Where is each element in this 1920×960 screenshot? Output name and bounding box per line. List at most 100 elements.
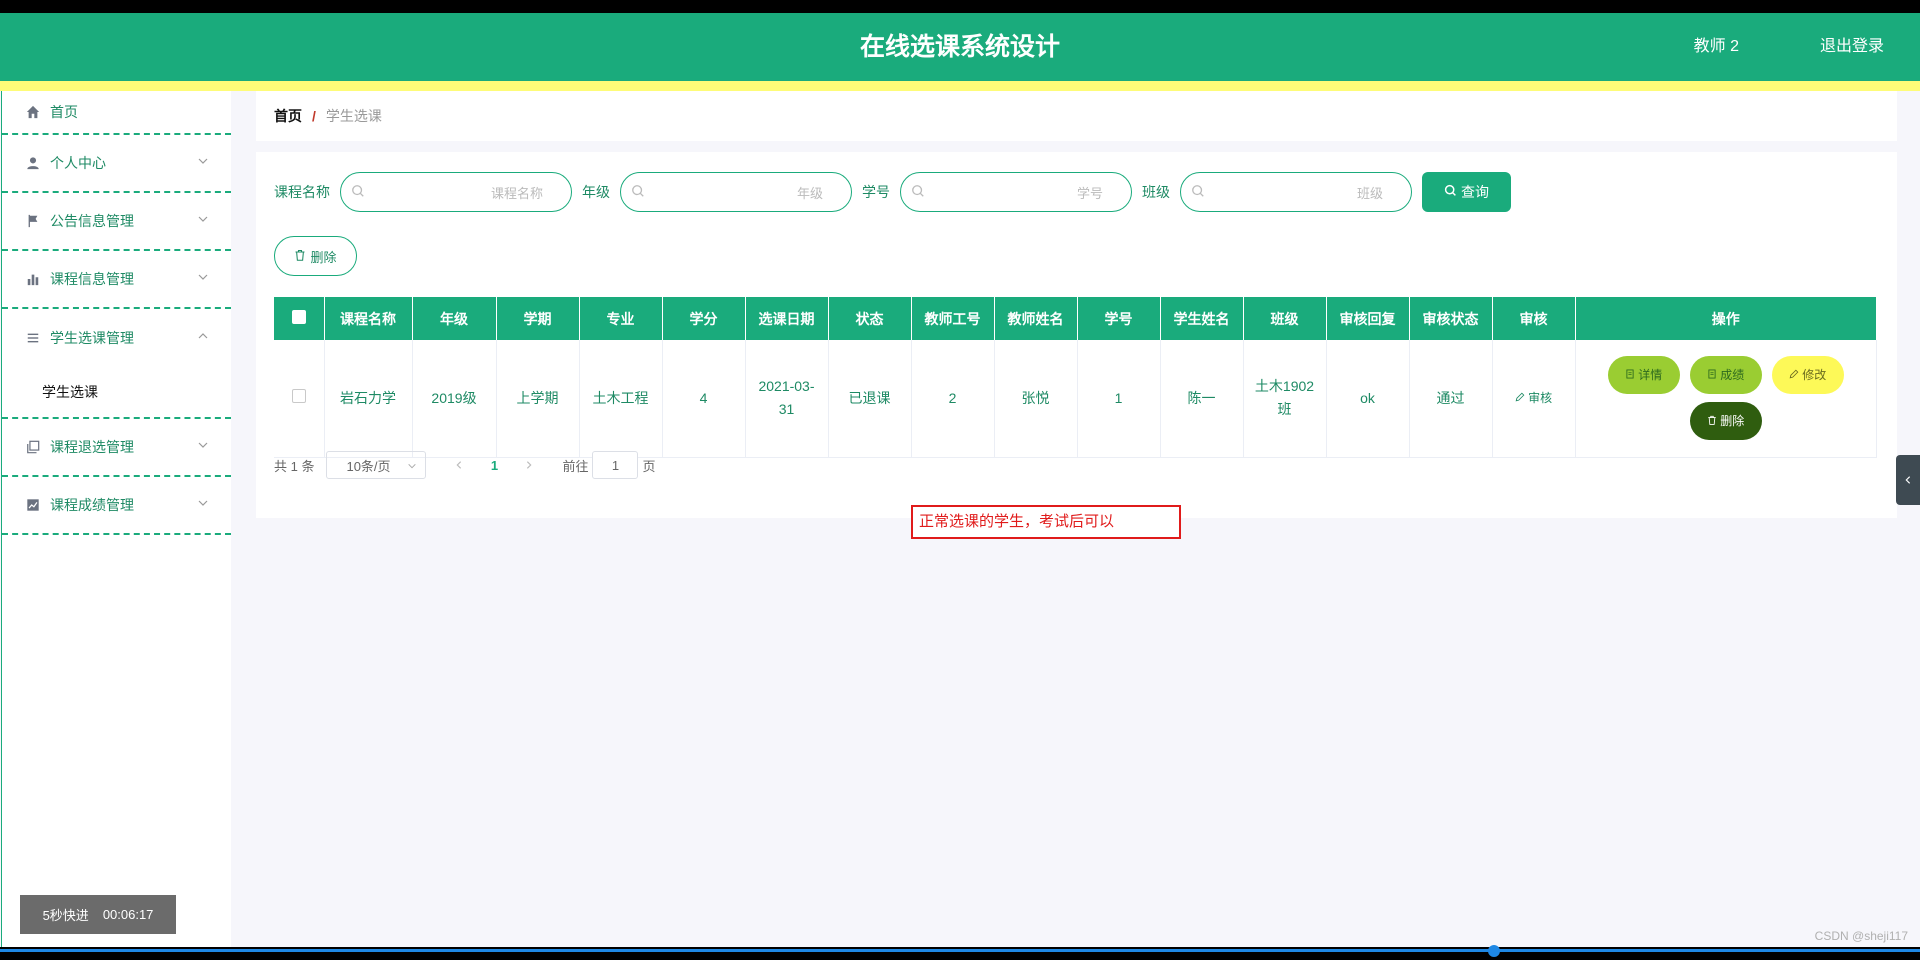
bar-chart-icon: [25, 271, 41, 287]
class-label: 班级: [1142, 184, 1170, 200]
detail-button[interactable]: 详情: [1607, 356, 1680, 395]
progress-track: [0, 949, 1920, 952]
chevron-left-icon: [1903, 472, 1913, 488]
grade-input[interactable]: [655, 181, 823, 205]
class-field[interactable]: [1180, 172, 1412, 212]
cell-date-line2: 31: [778, 401, 795, 418]
edit-icon: [1789, 364, 1799, 387]
chevron-down-icon: [197, 212, 211, 226]
table-header: 课程名称: [324, 297, 413, 340]
cell-reply: ok: [1326, 340, 1410, 458]
score-label: 成绩: [1720, 367, 1745, 382]
breadcrumb-home[interactable]: 首页: [274, 106, 302, 126]
score-button[interactable]: 成绩: [1689, 356, 1762, 395]
sidebar-item-label: 课程信息管理: [50, 271, 134, 287]
batch-delete-button[interactable]: 删除: [274, 236, 357, 276]
query-button-label: 查询: [1461, 184, 1489, 200]
page-unit-label: 页: [642, 458, 656, 474]
yellow-strip: [0, 81, 1920, 91]
audit-link-label: 审核: [1528, 391, 1553, 406]
logout-link[interactable]: 退出登录: [1820, 13, 1884, 81]
selection-table: 课程名称 年级 学期 专业 学分 选课日期 状态 教师工号 教师姓名 学号 学生…: [274, 297, 1877, 458]
edit-button[interactable]: 修改: [1771, 356, 1844, 395]
sidebar-item-personal[interactable]: 个人中心: [2, 135, 231, 193]
table-header: 年级: [412, 297, 497, 340]
cell-teacher-name: 张悦: [994, 340, 1078, 458]
student-no-label: 学号: [862, 184, 890, 200]
chevron-down-icon: [197, 496, 211, 510]
breadcrumb-separator: /: [312, 108, 316, 124]
video-time: 00:06:17: [102, 907, 154, 922]
video-progress-bar[interactable]: [0, 945, 1920, 960]
row-checkbox[interactable]: [291, 388, 306, 403]
goto-label: 前往: [562, 458, 589, 474]
next-page-button[interactable]: [514, 458, 544, 473]
delete-button[interactable]: 删除: [1689, 402, 1762, 441]
sidebar-item-selection-header[interactable]: 学生选课管理: [2, 309, 231, 367]
sidebar-item-course[interactable]: 课程信息管理: [2, 251, 231, 309]
user-icon: [25, 155, 41, 171]
line-chart-icon: [25, 497, 41, 513]
cell-credit: 4: [662, 340, 746, 458]
progress-handle[interactable]: [1488, 945, 1500, 957]
select-all-cell[interactable]: [274, 297, 325, 340]
table-header: 学分: [662, 297, 746, 340]
delete-label: 删除: [1720, 413, 1745, 428]
trash-icon: [294, 249, 306, 264]
sidebar-item-withdraw[interactable]: 课程退选管理: [2, 419, 231, 477]
row-select-cell[interactable]: [274, 340, 325, 458]
cell-course: 岩石力学: [324, 340, 413, 458]
table-header-row: 课程名称 年级 学期 专业 学分 选课日期 状态 教师工号 教师姓名 学号 学生…: [274, 297, 1877, 340]
sidebar-item-label: 首页: [50, 104, 78, 120]
grade-field[interactable]: [620, 172, 852, 212]
sidebar-subitem-student-selection[interactable]: 学生选课: [2, 367, 231, 417]
flag-icon: [25, 213, 41, 229]
goto-page-input[interactable]: [592, 451, 639, 479]
search-form: 课程名称 年级 学号 班级: [274, 172, 1511, 212]
current-user: 教师 2: [1693, 38, 1739, 55]
cell-audit: 审核: [1492, 340, 1576, 458]
page-number[interactable]: 1: [474, 458, 514, 473]
sidebar-item-selection[interactable]: 学生选课管理 学生选课: [2, 309, 231, 419]
side-drawer-toggle[interactable]: [1896, 455, 1920, 505]
select-all-checkbox[interactable]: [291, 310, 306, 324]
table-header: 学期: [496, 297, 580, 340]
pagination: 共 1 条 10条/页 1 前往 页: [274, 451, 656, 479]
edit-icon: [1515, 391, 1525, 405]
edit-label: 修改: [1802, 367, 1827, 382]
course-name-field[interactable]: [340, 172, 572, 212]
sidebar-item-label: 课程成绩管理: [50, 497, 134, 513]
table-header: 选课日期: [745, 297, 829, 340]
cell-status: 已退课: [828, 340, 912, 458]
cell-class: 土木1902 班: [1243, 340, 1327, 458]
cell-teacher-no: 2: [911, 340, 995, 458]
sidebar-item-notice[interactable]: 公告信息管理: [2, 193, 231, 251]
class-input[interactable]: [1215, 181, 1383, 205]
student-no-input[interactable]: [935, 181, 1103, 205]
sidebar-item-grades[interactable]: 课程成绩管理: [2, 477, 231, 535]
trash-icon: [1707, 410, 1717, 433]
page-size-select[interactable]: 10条/页: [326, 451, 427, 479]
query-button[interactable]: 查询: [1422, 172, 1511, 212]
cell-ops: 详情 成绩 修改 删除: [1575, 340, 1877, 458]
table-header: 审核: [1492, 297, 1576, 340]
student-no-field[interactable]: [900, 172, 1132, 212]
row-actions: 详情 成绩 修改 删除: [1596, 356, 1856, 441]
course-name-input[interactable]: [375, 181, 543, 205]
search-icon: [631, 184, 647, 200]
sidebar-item-home[interactable]: 首页: [2, 91, 231, 135]
table-header: 操作: [1575, 297, 1877, 340]
audit-link[interactable]: 审核: [1515, 391, 1552, 405]
sidebar-item-label: 学生选课管理: [50, 330, 134, 346]
table-header: 学号: [1077, 297, 1161, 340]
watermark: CSDN @sheji117: [1814, 929, 1908, 943]
content-panel: 课程名称 年级 学号 班级: [256, 152, 1897, 518]
search-icon: [351, 184, 367, 200]
search-icon: [1191, 184, 1207, 200]
chevron-up-icon: [197, 329, 211, 343]
breadcrumb: 首页 / 学生选课: [256, 91, 1897, 141]
table-row: 岩石力学 2019级 上学期 土木工程 4 2021-03- 31 已退课 2 张…: [274, 340, 1877, 458]
app-title: 在线选课系统设计: [859, 33, 1060, 61]
cell-term: 上学期: [496, 340, 580, 458]
prev-page-button[interactable]: [444, 458, 474, 473]
